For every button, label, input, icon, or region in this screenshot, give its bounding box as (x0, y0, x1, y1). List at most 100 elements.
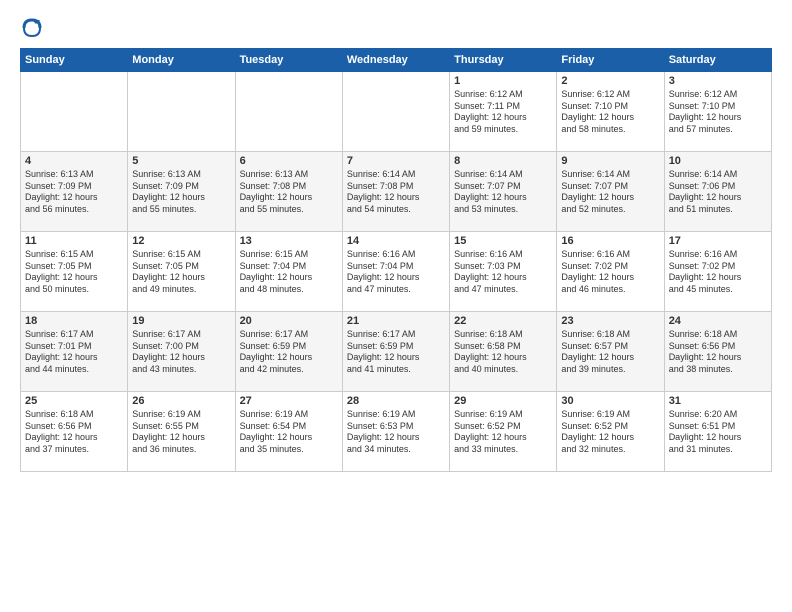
day-number: 18 (25, 315, 123, 327)
day-number: 2 (561, 75, 659, 87)
day-info: Sunrise: 6:12 AM Sunset: 7:11 PM Dayligh… (454, 89, 552, 136)
calendar-cell (235, 72, 342, 152)
calendar-cell: 25 Sunrise: 6:18 AM Sunset: 6:56 PM Dayli… (21, 392, 128, 472)
calendar-week-row: 11 Sunrise: 6:15 AM Sunset: 7:05 PM Dayli… (21, 232, 772, 312)
day-number: 16 (561, 235, 659, 247)
calendar-header-wednesday: Wednesday (342, 49, 449, 72)
day-number: 7 (347, 155, 445, 167)
day-number: 25 (25, 395, 123, 407)
day-number: 28 (347, 395, 445, 407)
calendar-header-saturday: Saturday (664, 49, 771, 72)
calendar-cell: 24 Sunrise: 6:18 AM Sunset: 6:56 PM Dayli… (664, 312, 771, 392)
calendar-cell: 10 Sunrise: 6:14 AM Sunset: 7:06 PM Dayli… (664, 152, 771, 232)
calendar-cell (128, 72, 235, 152)
day-info: Sunrise: 6:16 AM Sunset: 7:02 PM Dayligh… (561, 249, 659, 296)
calendar-cell: 22 Sunrise: 6:18 AM Sunset: 6:58 PM Dayli… (450, 312, 557, 392)
day-info: Sunrise: 6:17 AM Sunset: 7:01 PM Dayligh… (25, 329, 123, 376)
day-info: Sunrise: 6:19 AM Sunset: 6:52 PM Dayligh… (561, 409, 659, 456)
calendar-cell: 14Sunrise: 6:16 AM Sunset: 7:04 PM Dayli… (342, 232, 449, 312)
calendar-header-friday: Friday (557, 49, 664, 72)
calendar-cell: 16 Sunrise: 6:16 AM Sunset: 7:02 PM Dayli… (557, 232, 664, 312)
day-number: 4 (25, 155, 123, 167)
day-number: 29 (454, 395, 552, 407)
day-info: Sunrise: 6:18 AM Sunset: 6:57 PM Dayligh… (561, 329, 659, 376)
day-number: 24 (669, 315, 767, 327)
calendar-cell: 19 Sunrise: 6:17 AM Sunset: 7:00 PM Dayli… (128, 312, 235, 392)
calendar-week-row: 4 Sunrise: 6:13 AM Sunset: 7:09 PM Daylig… (21, 152, 772, 232)
day-number: 14 (347, 235, 445, 247)
day-info: Sunrise: 6:19 AM Sunset: 6:52 PM Dayligh… (454, 409, 552, 456)
calendar-header-sunday: Sunday (21, 49, 128, 72)
calendar-header-thursday: Thursday (450, 49, 557, 72)
day-number: 12 (132, 235, 230, 247)
day-info: Sunrise: 6:17 AM Sunset: 6:59 PM Dayligh… (240, 329, 338, 376)
calendar-week-row: 18 Sunrise: 6:17 AM Sunset: 7:01 PM Dayli… (21, 312, 772, 392)
calendar-cell: 11 Sunrise: 6:15 AM Sunset: 7:05 PM Dayli… (21, 232, 128, 312)
day-info: Sunrise: 6:20 AM Sunset: 6:51 PM Dayligh… (669, 409, 767, 456)
day-number: 9 (561, 155, 659, 167)
day-number: 19 (132, 315, 230, 327)
calendar-week-row: 25 Sunrise: 6:18 AM Sunset: 6:56 PM Dayli… (21, 392, 772, 472)
day-number: 21 (347, 315, 445, 327)
calendar-cell: 23 Sunrise: 6:18 AM Sunset: 6:57 PM Dayli… (557, 312, 664, 392)
page: SundayMondayTuesdayWednesdayThursdayFrid… (0, 0, 792, 612)
calendar-cell: 1Sunrise: 6:12 AM Sunset: 7:11 PM Daylig… (450, 72, 557, 152)
day-number: 23 (561, 315, 659, 327)
calendar-cell: 17Sunrise: 6:16 AM Sunset: 7:02 PM Dayli… (664, 232, 771, 312)
calendar-cell: 7 Sunrise: 6:14 AM Sunset: 7:08 PM Daylig… (342, 152, 449, 232)
logo-icon (20, 16, 44, 40)
day-info: Sunrise: 6:19 AM Sunset: 6:53 PM Dayligh… (347, 409, 445, 456)
day-info: Sunrise: 6:14 AM Sunset: 7:08 PM Dayligh… (347, 169, 445, 216)
day-number: 10 (669, 155, 767, 167)
calendar-cell: 18 Sunrise: 6:17 AM Sunset: 7:01 PM Dayli… (21, 312, 128, 392)
day-info: Sunrise: 6:19 AM Sunset: 6:54 PM Dayligh… (240, 409, 338, 456)
calendar-header-row: SundayMondayTuesdayWednesdayThursdayFrid… (21, 49, 772, 72)
day-number: 8 (454, 155, 552, 167)
day-number: 31 (669, 395, 767, 407)
day-number: 30 (561, 395, 659, 407)
calendar-cell: 5 Sunrise: 6:13 AM Sunset: 7:09 PM Daylig… (128, 152, 235, 232)
day-number: 22 (454, 315, 552, 327)
day-info: Sunrise: 6:13 AM Sunset: 7:08 PM Dayligh… (240, 169, 338, 216)
day-number: 3 (669, 75, 767, 87)
day-info: Sunrise: 6:18 AM Sunset: 6:58 PM Dayligh… (454, 329, 552, 376)
calendar-cell: 2 Sunrise: 6:12 AM Sunset: 7:10 PM Daylig… (557, 72, 664, 152)
day-info: Sunrise: 6:18 AM Sunset: 6:56 PM Dayligh… (669, 329, 767, 376)
calendar-cell: 21 Sunrise: 6:17 AM Sunset: 6:59 PM Dayli… (342, 312, 449, 392)
day-number: 15 (454, 235, 552, 247)
day-info: Sunrise: 6:15 AM Sunset: 7:04 PM Dayligh… (240, 249, 338, 296)
calendar-cell: 31 Sunrise: 6:20 AM Sunset: 6:51 PM Dayli… (664, 392, 771, 472)
day-info: Sunrise: 6:13 AM Sunset: 7:09 PM Dayligh… (25, 169, 123, 216)
day-info: Sunrise: 6:17 AM Sunset: 7:00 PM Dayligh… (132, 329, 230, 376)
calendar-cell: 20Sunrise: 6:17 AM Sunset: 6:59 PM Dayli… (235, 312, 342, 392)
calendar-cell: 26 Sunrise: 6:19 AM Sunset: 6:55 PM Dayli… (128, 392, 235, 472)
calendar-cell (21, 72, 128, 152)
calendar-header-monday: Monday (128, 49, 235, 72)
day-info: Sunrise: 6:12 AM Sunset: 7:10 PM Dayligh… (561, 89, 659, 136)
day-info: Sunrise: 6:15 AM Sunset: 7:05 PM Dayligh… (132, 249, 230, 296)
calendar-cell: 28 Sunrise: 6:19 AM Sunset: 6:53 PM Dayli… (342, 392, 449, 472)
day-info: Sunrise: 6:17 AM Sunset: 6:59 PM Dayligh… (347, 329, 445, 376)
day-info: Sunrise: 6:13 AM Sunset: 7:09 PM Dayligh… (132, 169, 230, 216)
day-info: Sunrise: 6:19 AM Sunset: 6:55 PM Dayligh… (132, 409, 230, 456)
day-number: 13 (240, 235, 338, 247)
calendar-cell: 6Sunrise: 6:13 AM Sunset: 7:08 PM Daylig… (235, 152, 342, 232)
calendar-cell: 4 Sunrise: 6:13 AM Sunset: 7:09 PM Daylig… (21, 152, 128, 232)
calendar-cell: 3 Sunrise: 6:12 AM Sunset: 7:10 PM Daylig… (664, 72, 771, 152)
day-info: Sunrise: 6:14 AM Sunset: 7:06 PM Dayligh… (669, 169, 767, 216)
day-number: 26 (132, 395, 230, 407)
day-info: Sunrise: 6:12 AM Sunset: 7:10 PM Dayligh… (669, 89, 767, 136)
calendar-cell: 15Sunrise: 6:16 AM Sunset: 7:03 PM Dayli… (450, 232, 557, 312)
calendar-cell: 8Sunrise: 6:14 AM Sunset: 7:07 PM Daylig… (450, 152, 557, 232)
day-info: Sunrise: 6:18 AM Sunset: 6:56 PM Dayligh… (25, 409, 123, 456)
day-number: 5 (132, 155, 230, 167)
calendar-cell: 13 Sunrise: 6:15 AM Sunset: 7:04 PM Dayli… (235, 232, 342, 312)
calendar-week-row: 1Sunrise: 6:12 AM Sunset: 7:11 PM Daylig… (21, 72, 772, 152)
day-number: 11 (25, 235, 123, 247)
calendar-cell: 9Sunrise: 6:14 AM Sunset: 7:07 PM Daylig… (557, 152, 664, 232)
logo (20, 16, 46, 40)
day-info: Sunrise: 6:15 AM Sunset: 7:05 PM Dayligh… (25, 249, 123, 296)
calendar-cell: 29 Sunrise: 6:19 AM Sunset: 6:52 PM Dayli… (450, 392, 557, 472)
calendar-cell: 12 Sunrise: 6:15 AM Sunset: 7:05 PM Dayli… (128, 232, 235, 312)
header (20, 16, 772, 40)
